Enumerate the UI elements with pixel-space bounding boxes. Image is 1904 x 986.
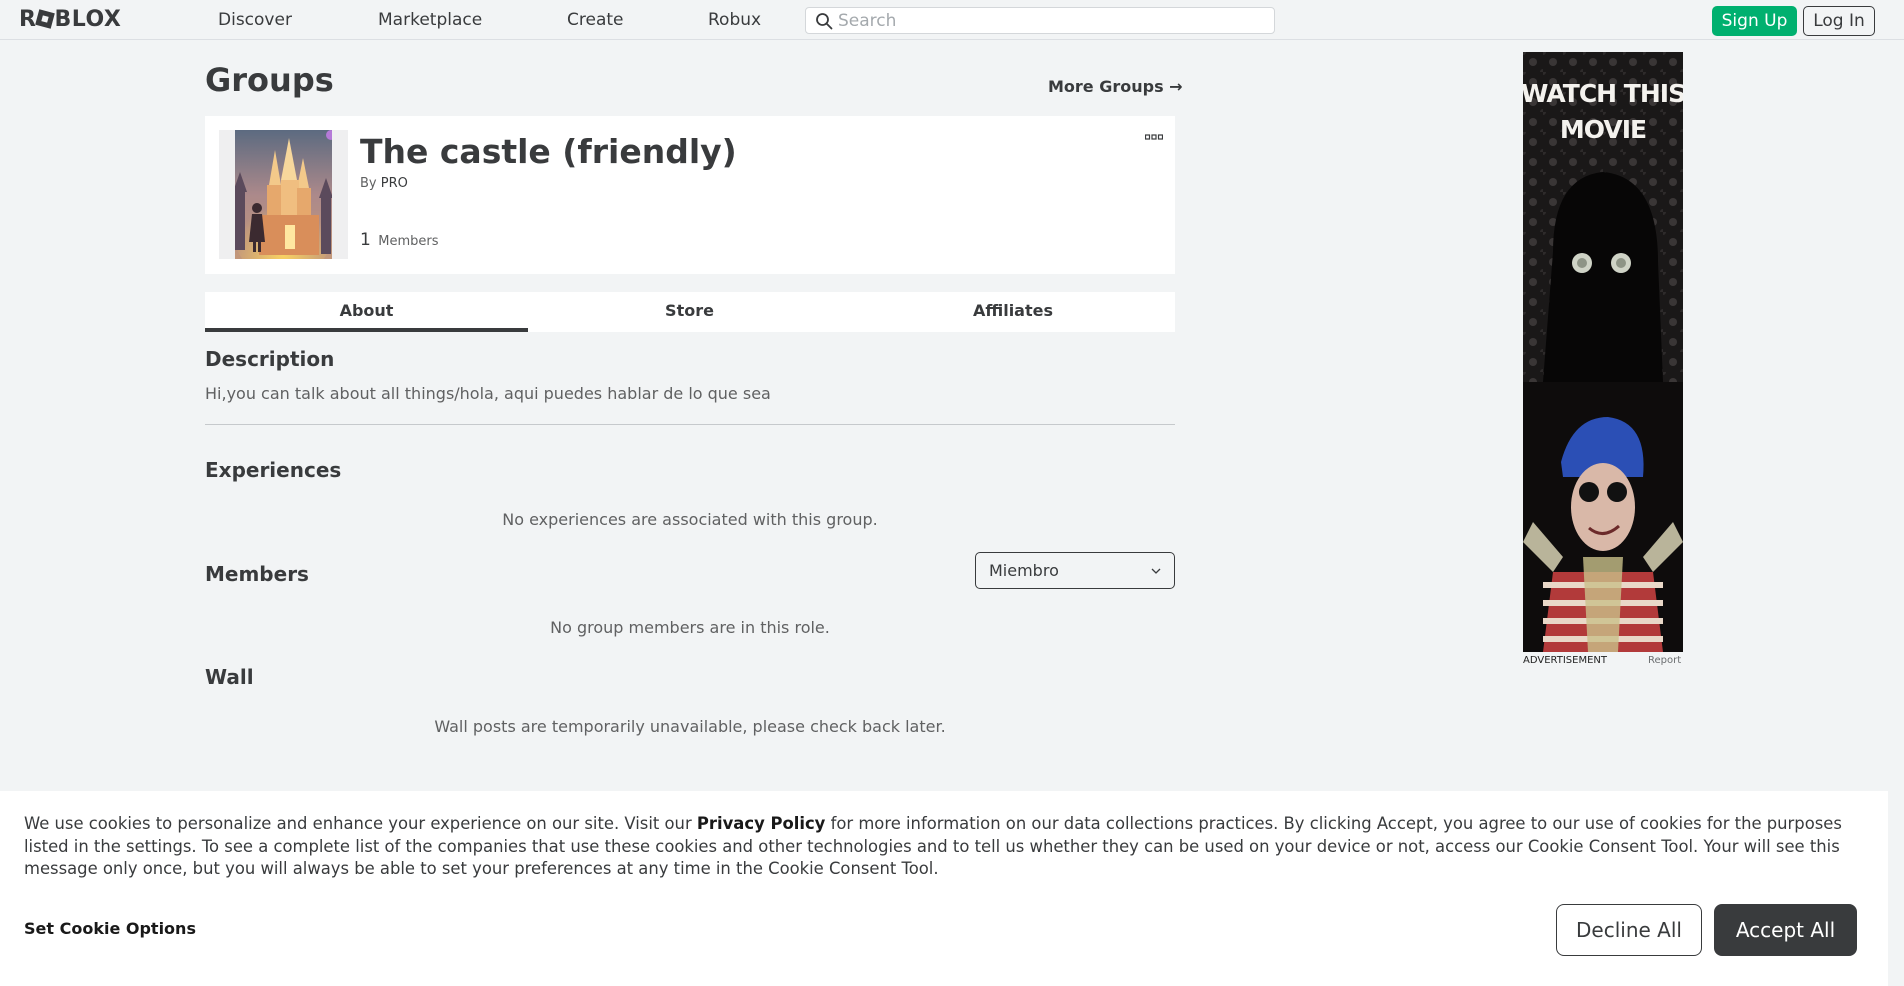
- cookie-text-before: We use cookies to personalize and enhanc…: [24, 814, 697, 833]
- search-box: [805, 7, 1275, 34]
- tab-about[interactable]: About: [205, 292, 528, 332]
- experiences-empty-message: No experiences are associated with this …: [502, 510, 878, 529]
- logo-text: R BLOX: [19, 7, 122, 32]
- group-tabs: About Store Affiliates: [205, 292, 1175, 332]
- chevron-down-icon: [1151, 568, 1161, 574]
- member-count: 1 Members: [360, 230, 438, 250]
- role-dropdown[interactable]: Miembro: [975, 552, 1175, 589]
- experiences-heading: Experiences: [205, 458, 342, 482]
- sign-up-button[interactable]: Sign Up: [1712, 6, 1797, 36]
- svg-text:MOVIE: MOVIE: [1560, 115, 1646, 144]
- search-icon: [816, 13, 833, 30]
- nav-link-discover[interactable]: Discover: [218, 10, 292, 30]
- more-groups-link[interactable]: More Groups →: [1048, 77, 1183, 96]
- accept-all-button[interactable]: Accept All: [1714, 904, 1857, 956]
- owner-prefix: By: [360, 176, 377, 191]
- members-empty-message: No group members are in this role.: [550, 618, 830, 637]
- group-emblem-image: [219, 130, 348, 259]
- report-ad-link[interactable]: Report: [1648, 655, 1681, 666]
- section-divider: [205, 424, 1175, 425]
- more-options-icon[interactable]: [1145, 132, 1163, 142]
- tab-store[interactable]: Store: [528, 292, 851, 332]
- wall-unavailable-message: Wall posts are temporarily unavailable, …: [434, 717, 946, 736]
- nav-link-create[interactable]: Create: [567, 10, 624, 30]
- search-input[interactable]: [838, 10, 1258, 32]
- cookie-message: We use cookies to personalize and enhanc…: [24, 813, 1874, 881]
- nav-link-marketplace[interactable]: Marketplace: [378, 10, 482, 30]
- member-count-value: 1: [360, 230, 371, 250]
- member-count-label: Members: [378, 234, 439, 249]
- page-title: Groups: [205, 61, 334, 99]
- cookie-consent-banner: We use cookies to personalize and enhanc…: [0, 791, 1888, 986]
- advertisement-label: ADVERTISEMENT: [1523, 655, 1608, 666]
- set-cookie-options-link[interactable]: Set Cookie Options: [24, 919, 196, 938]
- top-navigation-bar: R BLOX Discover Marketplace Create Robux …: [0, 0, 1904, 40]
- advertisement-banner[interactable]: WATCH THIS MOVIE: [1523, 52, 1683, 652]
- svg-text:WATCH THIS: WATCH THIS: [1523, 79, 1683, 108]
- group-header-card: The castle (friendly) By PRO 1 Members: [205, 116, 1175, 274]
- group-description: Hi,you can talk about all things/hola, a…: [205, 384, 771, 403]
- decline-all-button[interactable]: Decline All: [1556, 904, 1702, 956]
- owner-link[interactable]: PRO: [381, 176, 408, 191]
- group-owner-line: By PRO: [360, 176, 408, 191]
- group-name: The castle (friendly): [360, 132, 737, 171]
- privacy-policy-link[interactable]: Privacy Policy: [697, 814, 825, 833]
- role-dropdown-value: Miembro: [989, 561, 1059, 580]
- movie-ad-artwork: WATCH THIS MOVIE: [1523, 52, 1683, 652]
- nav-link-robux[interactable]: Robux: [708, 10, 761, 30]
- members-heading: Members: [205, 562, 309, 586]
- log-in-button[interactable]: Log In: [1803, 6, 1875, 36]
- wall-heading: Wall: [205, 665, 254, 689]
- roblox-logo[interactable]: R BLOX: [19, 8, 121, 32]
- tab-affiliates[interactable]: Affiliates: [851, 292, 1175, 332]
- castle-artwork: [219, 130, 348, 259]
- description-heading: Description: [205, 347, 335, 371]
